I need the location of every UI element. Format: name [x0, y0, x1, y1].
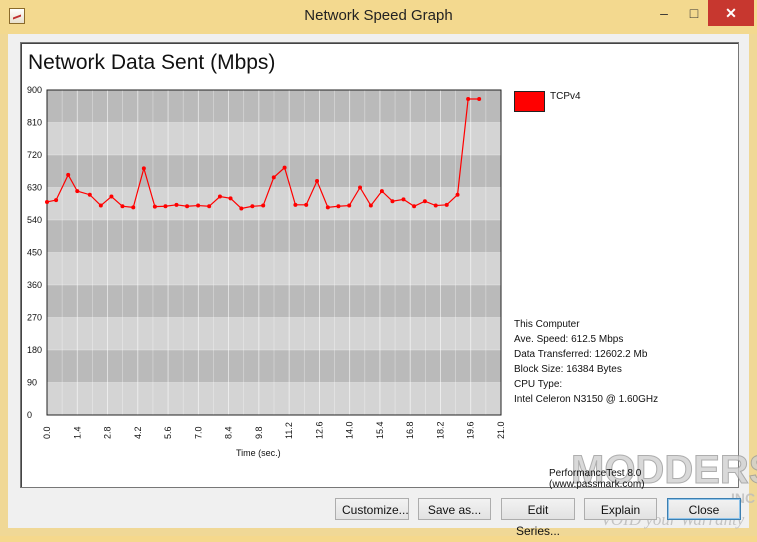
window-title: Network Speed Graph: [304, 7, 453, 24]
data-point: [261, 203, 266, 208]
x-tick-label: 5.6: [163, 426, 173, 439]
stats-cpu-type-label: CPU Type:: [514, 379, 563, 390]
minimize-button[interactable]: –: [650, 0, 678, 26]
network-speed-graph-window: Network Speed Graph – □ ✕ Network Data S…: [0, 0, 757, 538]
data-point: [45, 199, 49, 204]
data-point: [217, 194, 222, 199]
x-tick-label: 2.8: [103, 426, 113, 439]
data-point: [422, 199, 427, 204]
data-point: [98, 203, 103, 208]
data-point: [304, 202, 309, 207]
data-point: [433, 203, 438, 208]
y-tick-label: 900: [27, 85, 42, 95]
data-point: [368, 203, 373, 208]
x-tick-label: 18.2: [435, 421, 445, 439]
data-point: [293, 202, 298, 207]
x-tick-label: 4.2: [133, 426, 143, 439]
data-point: [120, 204, 125, 209]
data-point: [347, 203, 352, 208]
x-tick-label: 16.8: [405, 421, 415, 439]
data-point: [315, 179, 320, 183]
y-tick-label: 630: [27, 183, 42, 193]
x-axis-label: Time (sec.): [236, 448, 281, 458]
data-point: [466, 97, 471, 102]
data-point: [412, 204, 417, 209]
x-tick-label: 7.0: [193, 426, 203, 439]
data-point: [455, 192, 460, 197]
data-point: [163, 204, 168, 209]
x-tick-label: 19.6: [466, 421, 476, 439]
data-point: [390, 199, 395, 204]
data-point: [239, 206, 244, 211]
explain-button[interactable]: Explain: [584, 498, 657, 520]
y-tick-label: 450: [27, 248, 42, 258]
customize-button[interactable]: Customize...: [335, 498, 409, 520]
data-point: [185, 204, 190, 209]
graph-panel: Network Data Sent (Mbps) 0 90 180 270 360 450…: [20, 42, 757, 529]
data-point: [207, 204, 212, 209]
x-tick-label: 11.2: [284, 422, 294, 439]
data-point: [271, 175, 276, 180]
maximize-button[interactable]: □: [680, 0, 708, 26]
x-tick-label: 14.0: [345, 421, 355, 439]
y-tick-label: 540: [27, 215, 42, 225]
y-tick-label: 810: [27, 118, 42, 128]
stats-ave-speed: Ave. Speed: 612.5 Mbps: [514, 334, 624, 345]
y-tick-label: 360: [27, 280, 42, 290]
x-tick-label: 21.0: [496, 421, 506, 439]
stats-cpu-type-value: Intel Celeron N3150 @ 1.60GHz: [514, 394, 659, 405]
stats-data-transferred: Data Transferred: 12602.2 Mb: [514, 349, 648, 360]
stats-computer: This Computer: [514, 319, 580, 330]
y-tick-label: 0: [27, 410, 32, 420]
stats-block-size: Block Size: 16384 Bytes: [514, 364, 622, 375]
legend-swatch-tcpv4: [514, 91, 545, 112]
data-point: [379, 189, 384, 194]
x-tick-label: 9.8: [254, 426, 264, 439]
title-bar[interactable]: Network Speed Graph – □ ✕: [0, 0, 757, 34]
data-point: [336, 204, 341, 209]
performancetest-credit: PerformanceTest 8.0 (www.passmark.com): [549, 468, 645, 490]
data-point: [152, 204, 157, 209]
y-tick-label: 270: [27, 313, 42, 323]
data-point: [444, 202, 449, 207]
data-point: [66, 172, 71, 177]
close-window-button[interactable]: ✕: [708, 0, 754, 26]
client-area: Network Data Sent (Mbps) 0 90 180 270 360 450…: [8, 34, 757, 538]
data-point: [174, 202, 179, 207]
data-point: [477, 97, 482, 102]
y-tick-label: 180: [27, 345, 42, 355]
edit-series-button[interactable]: Edit Series...: [501, 498, 575, 538]
data-point: [250, 204, 255, 209]
x-tick-label: 12.6: [314, 421, 324, 439]
y-tick-label: 720: [27, 150, 42, 160]
legend-label-tcpv4: TCPv4: [550, 91, 581, 102]
data-point: [75, 189, 80, 194]
data-point: [141, 166, 146, 171]
x-tick-label: 1.4: [72, 426, 82, 439]
x-tick-label: 0.0: [42, 426, 52, 439]
data-point: [87, 192, 92, 197]
x-tick-label: 8.4: [224, 426, 234, 439]
data-point: [54, 198, 59, 203]
x-tick-label: 15.4: [375, 421, 385, 439]
data-point: [196, 203, 201, 208]
data-point: [282, 165, 287, 170]
stats-panel: This Computer Ave. Speed: 612.5 Mbps Dat…: [514, 317, 658, 407]
data-point: [228, 196, 233, 201]
data-point: [131, 205, 136, 210]
data-point: [401, 197, 406, 202]
data-point: [109, 194, 114, 199]
save-as-button[interactable]: Save as...: [418, 498, 491, 520]
data-point: [358, 185, 363, 190]
line-chart: 0 90 180 270 360 450 540 630 720 810 900 0.0 1.4 2.8 4…: [27, 85, 506, 458]
data-point: [325, 205, 330, 210]
close-button[interactable]: Close: [667, 498, 741, 520]
y-tick-label: 90: [27, 378, 37, 388]
